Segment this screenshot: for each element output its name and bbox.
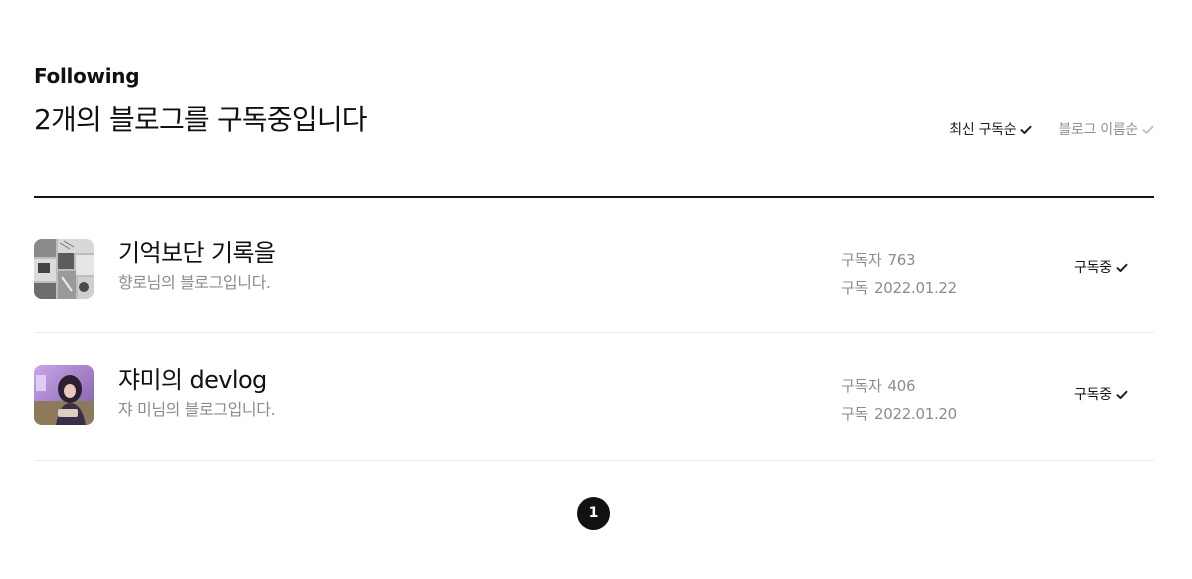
blog-name[interactable]: 쟈미의 devlog [118, 363, 275, 397]
subscribed-date: 구독 2022.01.22 [841, 274, 957, 302]
subscriber-label: 구독자 [841, 251, 882, 269]
subscribed-date-value: 2022.01.22 [874, 279, 957, 297]
subscribe-state-label: 구독중 [1074, 387, 1112, 403]
subscriber-value: 406 [887, 377, 916, 395]
sort-blog-name[interactable]: 블로그 이름순 [1058, 120, 1154, 140]
subscribe-toggle-button[interactable]: 구독중 [1074, 385, 1128, 405]
blog-thumbnail-person[interactable] [34, 365, 94, 425]
blog-meta: 구독자 406 구독 2022.01.20 [841, 372, 957, 428]
blog-description: 향로님의 블로그입니다. [118, 273, 271, 292]
blog-thumbnail-manga[interactable] [34, 239, 94, 299]
blog-list-item: 쟈미의 devlog 쟈 미님의 블로그입니다. 구독자 406 구독 2022.0… [34, 333, 1154, 461]
subscribe-state-label: 구독중 [1074, 260, 1112, 276]
check-icon [1020, 125, 1032, 135]
sort-latest-subscribed[interactable]: 최신 구독순 [949, 120, 1032, 140]
section-title: Following [34, 64, 140, 88]
subscribe-toggle-button[interactable]: 구독중 [1074, 258, 1128, 278]
page-button-1[interactable]: 1 [577, 497, 610, 530]
subscribed-label: 구독 [841, 279, 869, 297]
blog-list-item: 기억보단 기록을 향로님의 블로그입니다. 구독자 763 구독 2022.01.2… [34, 198, 1154, 333]
blog-info: 쟈미의 devlog 쟈 미님의 블로그입니다. [118, 363, 276, 421]
sort-latest-label: 최신 구독순 [949, 122, 1017, 138]
subscriber-value: 763 [887, 251, 916, 269]
blog-description: 쟈 미님의 블로그입니다. [118, 400, 276, 419]
page-subtitle: 2개의 블로그를 구독중입니다 [34, 103, 368, 136]
blog-list: 기억보단 기록을 향로님의 블로그입니다. 구독자 763 구독 2022.01.2… [34, 198, 1154, 461]
following-page: Following 2개의 블로그를 구독중입니다 최신 구독순 블로그 이름순 [0, 0, 1192, 579]
subscribed-date-value: 2022.01.20 [874, 405, 957, 423]
blog-meta: 구독자 763 구독 2022.01.22 [841, 246, 957, 302]
sort-name-label: 블로그 이름순 [1058, 122, 1138, 138]
following-container: Following 2개의 블로그를 구독중입니다 최신 구독순 블로그 이름순 [34, 62, 1154, 461]
check-icon [1116, 263, 1128, 273]
blog-info: 기억보단 기록을 향로님의 블로그입니다. [118, 236, 276, 294]
header-row: 2개의 블로그를 구독중입니다 최신 구독순 블로그 이름순 [34, 100, 1154, 156]
check-icon [1142, 125, 1154, 135]
subscribed-label: 구독 [841, 405, 869, 423]
blog-name[interactable]: 기억보단 기록을 [118, 236, 276, 270]
pagination: 1 [577, 497, 610, 530]
sort-options: 최신 구독순 블로그 이름순 [949, 120, 1154, 140]
subscriber-label: 구독자 [841, 377, 882, 395]
check-icon [1116, 390, 1128, 400]
subscribed-date: 구독 2022.01.20 [841, 400, 957, 428]
subscriber-count: 구독자 406 [841, 372, 957, 400]
subscriber-count: 구독자 763 [841, 246, 957, 274]
